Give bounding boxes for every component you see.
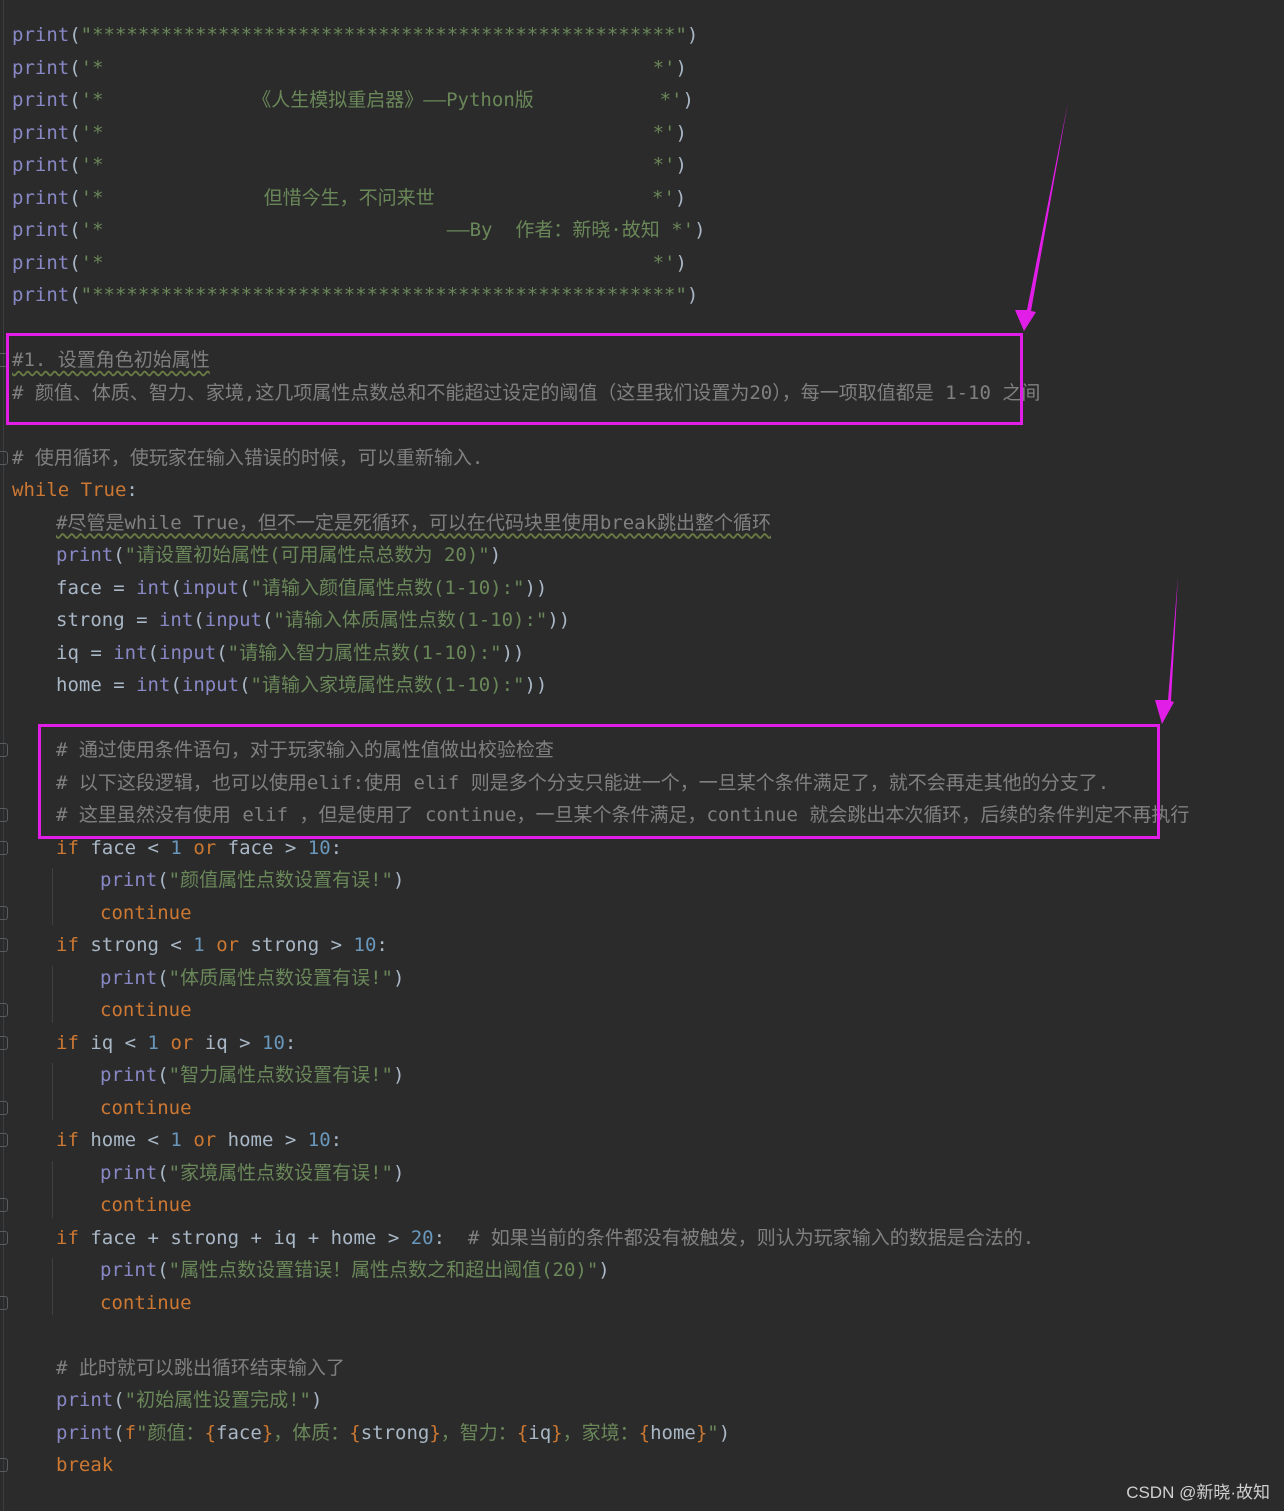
watermark: CSDN @新晓·故知 <box>1126 1483 1270 1502</box>
arrow-icon <box>1015 102 1068 331</box>
annotation-arrows <box>1015 102 1178 724</box>
code-editor[interactable]: print("*********************************… <box>0 0 1284 1511</box>
arrow-icon <box>1155 576 1178 724</box>
